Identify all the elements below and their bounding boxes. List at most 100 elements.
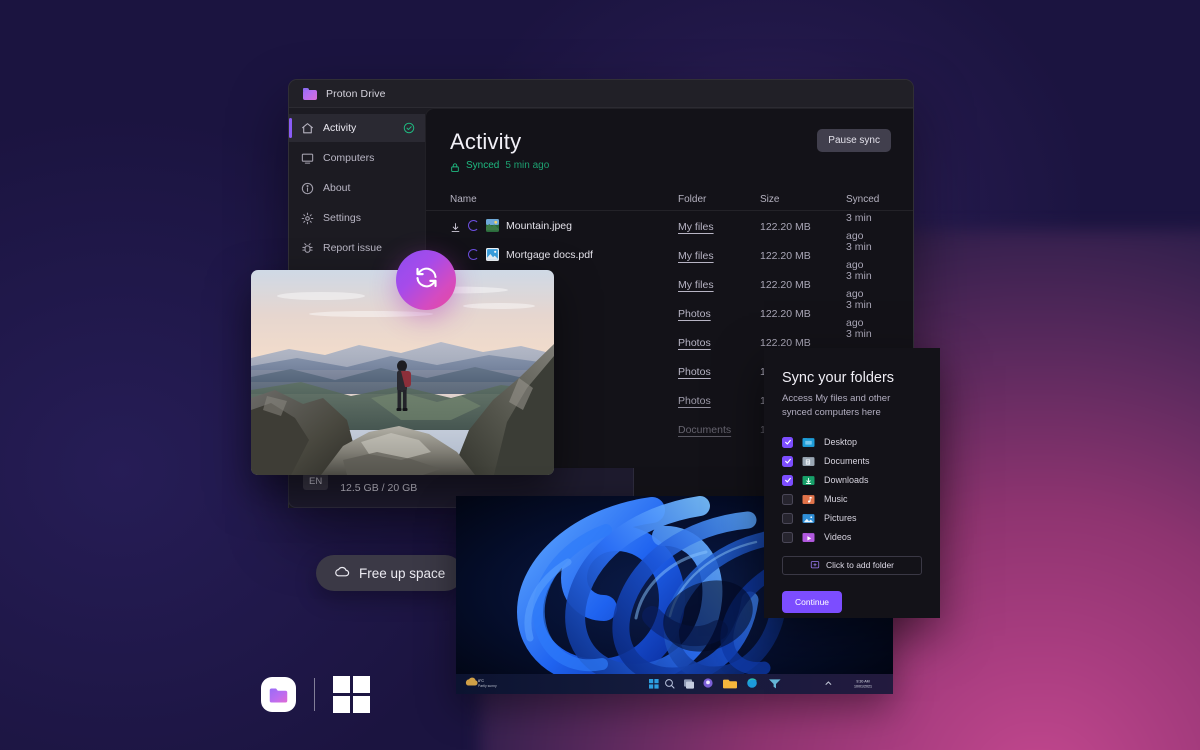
- folder-checkbox[interactable]: [782, 474, 793, 486]
- documents-folder-icon: [802, 455, 815, 468]
- sidebar-item-label: Computers: [323, 152, 375, 164]
- sync-status-label: Synced: [466, 160, 500, 171]
- sync-status-time: 5 min ago: [505, 160, 550, 171]
- file-folder-link[interactable]: My files: [678, 221, 714, 233]
- svg-text:Partly sunny: Partly sunny: [478, 684, 497, 688]
- footer-logos: [261, 676, 370, 713]
- sidebar-item-label: Report issue: [323, 242, 382, 254]
- continue-button[interactable]: Continue: [782, 590, 843, 613]
- folder-checkbox[interactable]: [782, 512, 793, 524]
- svg-text:10/01/2021: 10/01/2021: [854, 684, 872, 688]
- sync-spinner-icon: [468, 249, 479, 260]
- sidebar-item-activity[interactable]: Activity: [289, 114, 425, 142]
- sync-refresh-button[interactable]: [396, 250, 456, 310]
- table-row[interactable]: Mountain.jpeg My files 122.20 MB 3 min ago: [426, 211, 913, 242]
- mountain-photo-card: [251, 270, 554, 475]
- bug-icon: [301, 242, 314, 255]
- folder-plus-icon: [810, 560, 820, 571]
- sidebar-item-settings[interactable]: Settings: [289, 204, 425, 232]
- file-name: Mountain.jpeg: [506, 219, 572, 232]
- window-titlebar: Proton Drive: [289, 80, 913, 108]
- sync-folder-row[interactable]: Videos: [782, 528, 922, 547]
- windows-logo-quadrant: [333, 676, 350, 693]
- mountain-photo: [251, 270, 554, 475]
- proton-drive-logo-icon: [269, 687, 288, 702]
- svg-text:9:30 AM: 9:30 AM: [856, 679, 869, 683]
- folder-label: Music: [824, 494, 848, 505]
- desktop-folder-icon: [802, 436, 815, 449]
- windows-logo-quadrant: [353, 696, 370, 713]
- lock-icon: [450, 160, 460, 172]
- sync-spinner-icon: [468, 220, 479, 231]
- activity-header: Activity Synced 5 min ago Pause sync: [426, 109, 913, 172]
- file-folder-link[interactable]: Photos: [678, 308, 711, 320]
- folder-checkbox[interactable]: [782, 531, 793, 543]
- logo-divider: [314, 678, 315, 711]
- sync-refresh-icon: [413, 264, 440, 296]
- file-size: 122.20 MB: [760, 220, 811, 233]
- folder-checkbox[interactable]: [782, 436, 793, 448]
- column-header-name: Name: [450, 194, 477, 205]
- file-size: 122.20 MB: [760, 307, 811, 320]
- folder-label: Pictures: [824, 513, 857, 524]
- videos-folder-icon: [802, 531, 815, 544]
- proton-drive-logo: [261, 677, 296, 712]
- music-folder-icon: [802, 493, 815, 506]
- file-folder-link[interactable]: My files: [678, 250, 714, 262]
- file-folder-link[interactable]: Documents: [678, 424, 731, 436]
- column-header-folder: Folder: [678, 194, 707, 205]
- windows-logo-quadrant: [333, 696, 350, 713]
- file-folder-link[interactable]: Photos: [678, 366, 711, 378]
- add-folder-button[interactable]: Click to add folder: [782, 555, 922, 575]
- sidebar-item-about[interactable]: About: [289, 174, 425, 202]
- window-title: Proton Drive: [326, 87, 386, 100]
- download-icon[interactable]: [450, 220, 461, 232]
- free-up-space-button[interactable]: Free up space: [316, 555, 464, 591]
- free-up-space-label: Free up space: [359, 565, 446, 581]
- folder-label: Desktop: [824, 437, 858, 448]
- monitor-icon: [301, 152, 314, 165]
- page-title: Activity: [450, 129, 522, 154]
- file-size: 122.20 MB: [760, 249, 811, 262]
- file-thumbnail: [486, 248, 499, 261]
- sync-folder-row[interactable]: Pictures: [782, 509, 922, 528]
- activity-header-left: Activity Synced 5 min ago: [450, 129, 550, 172]
- sync-panel-subtitle: Access My files and other synced compute…: [782, 393, 891, 418]
- folder-checkbox[interactable]: [782, 493, 793, 505]
- column-header-size: Size: [760, 194, 780, 205]
- folder-checkbox[interactable]: [782, 455, 793, 467]
- file-name: Mortgage docs.pdf: [506, 248, 593, 261]
- file-folder-link[interactable]: Photos: [678, 395, 711, 407]
- sync-folder-row[interactable]: Desktop: [782, 433, 922, 452]
- folder-label: Documents: [824, 456, 870, 467]
- sync-folder-row[interactable]: Downloads: [782, 471, 922, 490]
- sync-folder-row[interactable]: Music: [782, 490, 922, 509]
- table-row[interactable]: Mortgage docs.pdf My files 122.20 MB 3 min …: [426, 240, 913, 271]
- storage-usage-text: 12.5 GB / 20 GB: [340, 481, 418, 494]
- file-thumbnail: [486, 219, 499, 232]
- language-badge[interactable]: EN: [303, 473, 329, 490]
- gear-icon: [301, 212, 314, 225]
- cloud-icon: [334, 565, 350, 581]
- sidebar-item-computers[interactable]: Computers: [289, 144, 425, 172]
- folder-label: Downloads: [824, 475, 869, 486]
- windows-logo: [333, 676, 370, 713]
- file-folder-link[interactable]: My files: [678, 279, 714, 291]
- sidebar-item-label: About: [323, 182, 351, 194]
- folder-label: Videos: [824, 532, 852, 543]
- sidebar-item-label: Activity: [323, 122, 357, 134]
- file-folder-link[interactable]: Photos: [678, 337, 711, 349]
- sync-folders-panel: Sync your folders Access My files and ot…: [764, 348, 940, 618]
- pictures-folder-icon: [802, 512, 815, 525]
- download-icon-placeholder: [450, 249, 461, 260]
- windows-logo-quadrant: [353, 676, 370, 693]
- info-icon: [301, 182, 314, 195]
- sidebar-item-label: Settings: [323, 212, 361, 224]
- sync-folder-row[interactable]: Documents: [782, 452, 922, 471]
- check-circle-icon: [403, 122, 415, 134]
- file-size: 122.20 MB: [760, 336, 811, 349]
- sync-folder-list: Desktop Documents Downloads Music Pictures Vi…: [782, 433, 922, 547]
- home-icon: [301, 122, 314, 135]
- column-header-synced: Synced: [846, 194, 880, 205]
- pause-sync-button[interactable]: Pause sync: [817, 129, 891, 152]
